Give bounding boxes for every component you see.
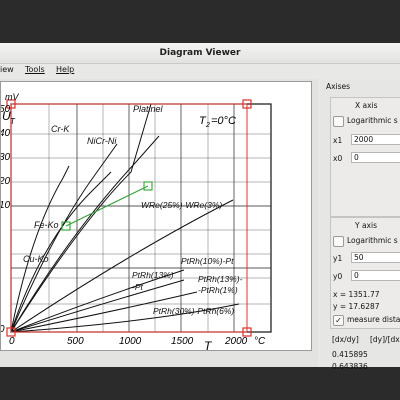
diagram-image: mV U T 50 40 30 20 10 0 0 500 1000 1500 … (0, 92, 272, 353)
reference-note-sub: 2 (205, 122, 210, 129)
panel-title: Axises (326, 82, 351, 91)
svg-text:30: 30 (1, 152, 11, 163)
col-dxdy-header: [dx/dy] (332, 335, 359, 344)
axises-panel: Axises X axis Logarithmic s x1 2000 x0 0… (320, 79, 400, 371)
value-dxdy: 0.415895 (332, 350, 368, 359)
x-tick-labels: 0 500 1000 1500 2000 (9, 336, 248, 347)
menu-bar: iew Tools Help (0, 63, 400, 78)
svg-text:1000: 1000 (119, 336, 142, 347)
measure-label: measure dista (347, 315, 400, 324)
y1-label: y1 (333, 254, 343, 263)
x0-field[interactable]: 0 (351, 152, 400, 163)
value-dydx: 0.643836 (332, 362, 368, 371)
y-axis-group: Y axis Logarithmic s y1 50 y0 0 x = 1351… (330, 217, 400, 329)
y-axis-header: Y axis (355, 221, 377, 230)
svg-text:PtRh(30%)-PtRh(6%): PtRh(30%)-PtRh(6%) (153, 306, 234, 316)
col-dydx-header: [dy]/[dx (370, 335, 400, 344)
svg-text:Cu-Ko: Cu-Ko (23, 254, 49, 264)
svg-text:20: 20 (1, 176, 11, 187)
x-symbol: T (204, 339, 213, 350)
x0-label: x0 (333, 154, 343, 163)
menu-view[interactable]: iew (0, 65, 14, 74)
svg-text:10: 10 (1, 200, 11, 211)
svg-text:Cr-K: Cr-K (51, 124, 70, 134)
svg-text:Fe-Ko: Fe-Ko (34, 220, 59, 230)
svg-text:PtRh(13%)-: PtRh(13%)- (198, 274, 243, 284)
y-tick-labels: 50 40 30 20 10 0 (0, 104, 11, 335)
x-axis-header: X axis (355, 101, 378, 110)
y-log-label: Logarithmic s (347, 236, 398, 245)
svg-text:NiCr-Ni: NiCr-Ni (87, 136, 117, 146)
check-icon: ✓ (335, 316, 342, 325)
y1-field[interactable]: 50 (351, 252, 400, 263)
curve-labels: Platinel Cr-K NiCr-Ni Fe-Ko Cu-Ko WRe(25… (23, 104, 243, 316)
y0-label: y0 (333, 272, 343, 281)
curve-nicr-ni (10, 135, 160, 333)
x-unit-label: °C (254, 336, 266, 347)
y-unit-label: mV (5, 92, 19, 102)
svg-text:0: 0 (1, 324, 5, 335)
x1-field[interactable]: 2000 (351, 134, 400, 145)
svg-text:-Pt: -Pt (132, 282, 144, 292)
svg-text:-PtRh(1%): -PtRh(1%) (198, 285, 238, 295)
menu-tools[interactable]: Tools (25, 65, 45, 74)
svg-text:50: 50 (1, 104, 11, 115)
x-log-checkbox[interactable] (333, 116, 344, 127)
svg-text:2000: 2000 (224, 336, 248, 347)
y-readout: y = 17.6287 (333, 302, 380, 311)
y-log-checkbox[interactable] (333, 236, 344, 247)
svg-text:Platinel: Platinel (133, 104, 164, 114)
curve-cr-k (10, 143, 118, 333)
diagram-viewer-window: Diagram Viewer iew Tools Help mV U T 0 0… (0, 43, 400, 371)
svg-text:WRe(25%)-WRe(3%): WRe(25%)-WRe(3%) (141, 200, 222, 210)
x1-label: x1 (333, 136, 343, 145)
menu-help[interactable]: Help (56, 65, 74, 74)
measure-checkbox[interactable]: ✓ (333, 315, 344, 326)
svg-text:500: 500 (67, 336, 84, 347)
thermocouple-curves (10, 103, 240, 333)
svg-text:1500: 1500 (171, 336, 194, 347)
svg-text:40: 40 (1, 128, 11, 139)
y-symbol-sub: T (10, 117, 16, 126)
svg-text:PtRh(13%): PtRh(13%) (132, 270, 174, 280)
x-log-label: Logarithmic s (347, 116, 398, 125)
y0-field[interactable]: 0 (351, 270, 400, 281)
reference-note-rest: =0°C (211, 115, 236, 127)
svg-text:0: 0 (9, 336, 15, 347)
diagram-canvas[interactable]: mV U T 50 40 30 20 10 0 0 500 1000 1500 … (0, 81, 312, 353)
x-readout: x = 1351.77 (333, 290, 380, 299)
diagram-area: mV U T 50 40 30 20 10 0 0 500 1000 1500 … (0, 79, 318, 367)
svg-text:PtRh(10%)-Pt: PtRh(10%)-Pt (181, 256, 234, 266)
window-title: Diagram Viewer (0, 43, 400, 64)
x-axis-group: X axis Logarithmic s x1 2000 x0 0 (330, 97, 400, 217)
